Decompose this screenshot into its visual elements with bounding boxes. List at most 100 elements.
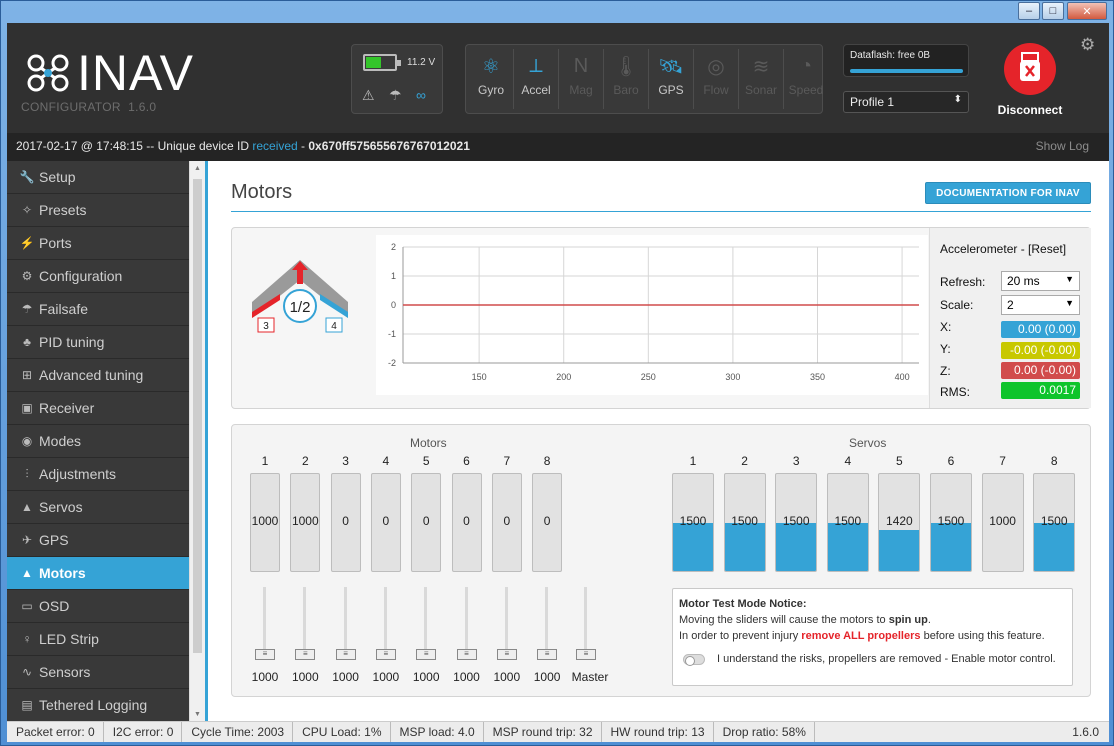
motor-slider-track[interactable]: [545, 587, 549, 653]
sidebar-item-led-strip[interactable]: ♀ LED Strip: [7, 623, 189, 656]
disconnect-button[interactable]: Disconnect: [993, 43, 1067, 117]
motor-slider-value: 1000: [533, 670, 561, 684]
scrollbar-thumb[interactable]: [193, 179, 202, 653]
servo-bar-fill: [879, 530, 920, 571]
motor-slider-handle[interactable]: ≡: [456, 649, 477, 660]
sensor-gps: 🛰 GPS: [649, 49, 694, 109]
profile-select[interactable]: Profile 1 ⬍: [843, 91, 969, 113]
wrench-icon: 🔧: [19, 170, 35, 184]
motor-bar: 0: [451, 473, 482, 572]
servo-number: 2: [741, 454, 748, 468]
baro-icon: 🌡: [613, 55, 639, 78]
motor-bar: 0: [411, 473, 442, 572]
status-timestamp: 2017-02-17 @ 17:48:15: [16, 139, 143, 153]
main-content: Motors DOCUMENTATION FOR INAV 1/2 3 4 2 …: [205, 161, 1109, 721]
settings-gear-icon[interactable]: ⚙: [1080, 35, 1095, 55]
motor-slider-handle[interactable]: ≡: [496, 649, 517, 660]
sidebar-item-motors[interactable]: ▲ Motors: [7, 557, 189, 590]
sensor-flow: ◎ Flow: [694, 49, 739, 109]
motor-slider-handle[interactable]: ≡: [375, 649, 396, 660]
motor-slider-track[interactable]: [383, 587, 387, 653]
accel-title[interactable]: Accelerometer - [Reset]: [940, 242, 1066, 256]
maximize-button[interactable]: □: [1042, 2, 1064, 20]
notice-title: Motor Test Mode Notice:: [679, 598, 807, 610]
sidebar-item-pid-tuning[interactable]: ♣ PID tuning: [7, 326, 189, 359]
scroll-down-icon[interactable]: ▼: [194, 711, 201, 718]
motor-number: 1: [261, 454, 269, 468]
sidebar-item-ports[interactable]: ⚡ Ports: [7, 227, 189, 260]
servo-bar-fill: [1034, 522, 1075, 571]
msp-load: MSP load: 4.0: [391, 722, 484, 742]
usb-disconnect-icon: [1004, 43, 1056, 95]
sidebar-item-modes[interactable]: ◉ Modes: [7, 425, 189, 458]
minimize-button[interactable]: –: [1018, 2, 1040, 20]
master-slider-handle[interactable]: ≡: [576, 649, 596, 660]
sidebar-item-failsafe[interactable]: ☂ Failsafe: [7, 293, 189, 326]
presets-icon: ✧: [21, 203, 33, 217]
servo-bar: 1500: [723, 473, 766, 572]
device-id: 0x670ff575655676767012021: [308, 139, 470, 153]
motor-slider-handle[interactable]: ≡: [537, 649, 558, 660]
motor-slider-handle[interactable]: ≡: [335, 649, 356, 660]
sidebar-item-advanced-tuning[interactable]: ⊞ Advanced tuning: [7, 359, 189, 392]
sidebar-item-receiver[interactable]: ▣ Receiver: [7, 392, 189, 425]
motor-slider-track[interactable]: [343, 587, 347, 653]
refresh-select[interactable]: 20 ms ▼: [1001, 271, 1080, 291]
motor-slider-value: 1000: [291, 670, 319, 684]
scale-select[interactable]: 2 ▼: [1001, 295, 1080, 315]
toggle-label: I understand the risks, propellers are r…: [717, 653, 1056, 665]
master-slider-track[interactable]: [584, 587, 587, 653]
close-button[interactable]: ✕: [1067, 2, 1107, 20]
motor-slider-handle[interactable]: ≡: [295, 649, 316, 660]
sidebar-item-gps[interactable]: ✈ GPS: [7, 524, 189, 557]
servo-bar: 1500: [930, 473, 972, 572]
sidebar-item-sensors[interactable]: ∿ Sensors: [7, 656, 189, 689]
motor-slider-track[interactable]: [424, 587, 428, 653]
accel-rms-value: 0.0017: [1001, 382, 1080, 399]
sensor-mag: N Mag: [559, 49, 604, 109]
servo-bar-fill: [673, 522, 713, 571]
motor-slider-track[interactable]: [464, 587, 468, 653]
motor-slider-handle[interactable]: ≡: [255, 649, 275, 660]
packet-error: Packet error: 0: [7, 722, 104, 742]
servo-bar: 1500: [672, 473, 714, 572]
motor-slider-track[interactable]: [504, 587, 508, 653]
motor-slider-value: 1000: [251, 670, 279, 684]
led-icon: ♀: [22, 632, 32, 646]
sensor-speed: ◔ Speed: [784, 49, 828, 109]
sidebar-item-adjustments[interactable]: ⫶ Adjustments: [7, 458, 189, 491]
page-title: Motors: [231, 181, 293, 203]
accel-x-value: 0.00 (0.00): [1001, 321, 1080, 338]
header-bar: INAV CONFIGURATOR 1.6.0 11.2 V ⚠ ☂ ∞ ⚛ Gy…: [7, 23, 1109, 133]
sidebar-item-configuration[interactable]: ⚙ Configuration: [7, 260, 189, 293]
app-version: CONFIGURATOR 1.6.0: [21, 100, 157, 114]
sidebar-item-setup[interactable]: 🔧 Setup: [7, 161, 189, 194]
footer-status-bar: Packet error: 0 I2C error: 0 Cycle Time:…: [7, 721, 1109, 742]
motor-number: 2: [301, 454, 309, 468]
svg-text:3: 3: [263, 321, 269, 332]
gyro-icon: ⚛: [482, 55, 500, 78]
plug-icon: ⚡: [19, 236, 35, 250]
enable-motor-toggle[interactable]: [683, 653, 705, 666]
show-log-link[interactable]: Show Log: [1036, 139, 1089, 153]
sidebar-item-tethered-logging[interactable]: ▤ Tethered Logging: [7, 689, 189, 722]
servo-number: 6: [947, 454, 955, 468]
sidebar-scrollbar[interactable]: ▲ ▼: [189, 161, 205, 721]
motor-slider-track[interactable]: [303, 587, 307, 653]
motor-slider-handle[interactable]: ≡: [416, 649, 437, 660]
motor-icon: ▲: [21, 566, 33, 580]
app-name: INAV: [77, 45, 194, 101]
flow-icon: ◎: [707, 55, 725, 78]
motor-slider-value: 1000: [412, 670, 440, 684]
sensor-gyro: ⚛ Gyro: [469, 49, 514, 109]
sidebar-item-servos[interactable]: ▲ Servos: [7, 491, 189, 524]
sidebar-item-osd[interactable]: ▭ OSD: [7, 590, 189, 623]
sidebar-item-presets[interactable]: ✧ Presets: [7, 194, 189, 227]
documentation-button[interactable]: DOCUMENTATION FOR INAV: [925, 182, 1091, 204]
x-tick-label: 200: [556, 372, 571, 382]
updown-icon: ⬍: [953, 94, 962, 105]
gear-icon: ⚙: [21, 269, 33, 283]
app-client: INAV CONFIGURATOR 1.6.0 11.2 V ⚠ ☂ ∞ ⚛ Gy…: [7, 23, 1109, 742]
motor-slider-track[interactable]: [263, 587, 266, 653]
scroll-up-icon[interactable]: ▲: [194, 165, 201, 172]
